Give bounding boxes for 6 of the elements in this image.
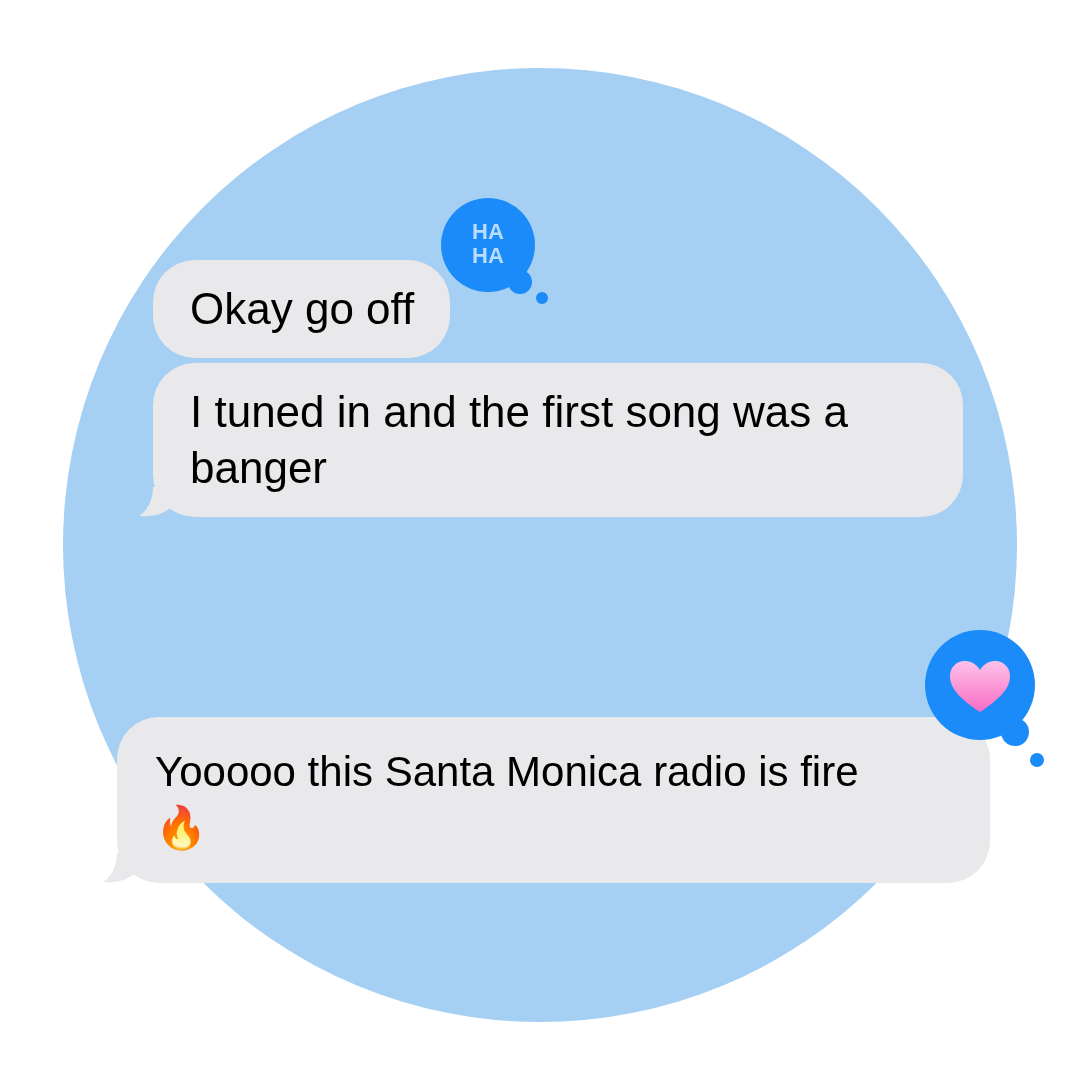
heart-icon [949, 660, 1011, 714]
message-bubble: Yooooo this Santa Monica radio is fire 🔥 [117, 717, 990, 883]
message-bubble: I tuned in and the first song was a banger [153, 363, 963, 517]
message-bubble: Okay go off [153, 260, 451, 358]
reaction-bubble-icon [441, 198, 548, 304]
haha-label: HA HA [471, 220, 505, 268]
